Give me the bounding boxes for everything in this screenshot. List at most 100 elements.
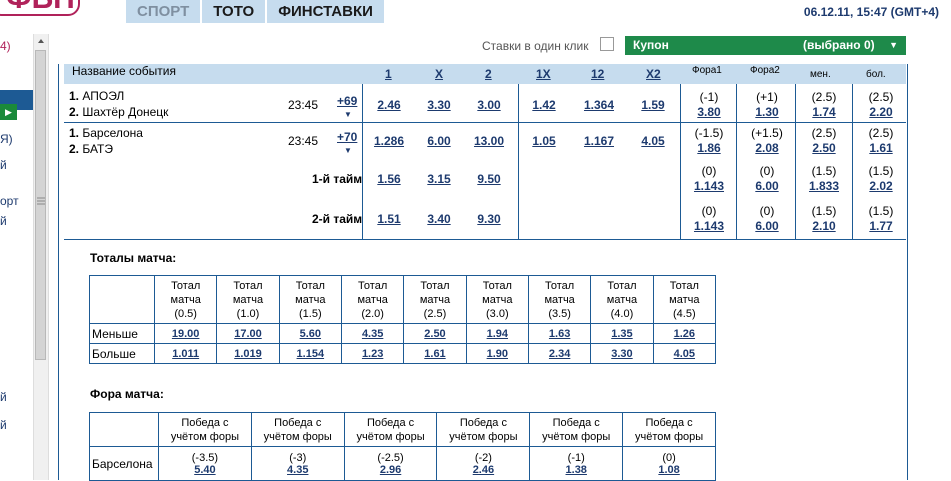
total-less-odd[interactable]: 1.74 [796, 105, 852, 119]
total-less-odd[interactable]: 1.833 [796, 179, 852, 193]
sidebar-item[interactable]: й [0, 214, 7, 228]
more-bets-link[interactable]: +70 [337, 130, 357, 144]
total-odd[interactable]: 1.35 [590, 323, 654, 344]
logo[interactable]: ФБН [0, 0, 80, 16]
team1[interactable]: 1. Барселона [69, 126, 143, 140]
team2[interactable]: 2. Шахтёр Донецк [69, 105, 168, 119]
odd-x2[interactable]: 1.59 [625, 98, 681, 112]
tab-sport[interactable]: СПОРТ [126, 0, 203, 23]
total-odd[interactable]: 4.35 [340, 323, 405, 344]
team1[interactable]: 1. АПОЭЛ [69, 89, 124, 103]
total-odd[interactable]: 17.00 [216, 323, 280, 344]
fora1-odd[interactable]: 1.143 [681, 219, 737, 233]
total-odd[interactable]: 1.154 [278, 343, 342, 364]
total-less-value: (2.5) [811, 126, 837, 140]
scroll-up-icon[interactable] [34, 34, 48, 48]
fora-odd[interactable]: 1.38 [530, 464, 622, 476]
table-header: Название события 1 X 2 1X 12 X2 Фора1 Фо… [64, 64, 906, 84]
total-odd[interactable]: 1.23 [340, 343, 405, 364]
half-odd-1[interactable]: 1.51 [361, 212, 417, 226]
half-odd-x[interactable]: 3.15 [411, 172, 467, 186]
odd-x[interactable]: 6.00 [411, 134, 467, 148]
header-col-2[interactable]: 2 [485, 67, 492, 81]
team2[interactable]: 2. БАТЭ [69, 142, 113, 156]
fora-odd[interactable]: 5.40 [159, 464, 251, 476]
total-odd[interactable]: 2.34 [527, 343, 592, 364]
one-click-checkbox[interactable] [600, 37, 614, 51]
total-less-odd[interactable]: 2.50 [796, 141, 852, 155]
half-odd-2[interactable]: 9.50 [461, 172, 517, 186]
total-more-odd[interactable]: 1.61 [853, 141, 909, 155]
odd-1[interactable]: 1.286 [361, 134, 417, 148]
fora1-odd[interactable]: 3.80 [681, 105, 737, 119]
header-col-1x[interactable]: 1X [536, 67, 551, 81]
fora-odd[interactable]: 4.35 [252, 464, 344, 476]
odd-x[interactable]: 3.30 [411, 98, 467, 112]
odd-2[interactable]: 13.00 [461, 134, 517, 148]
fora-odd[interactable]: 1.08 [623, 464, 715, 476]
total-more-odd[interactable]: 2.02 [853, 179, 909, 193]
more-bets-link[interactable]: +69 [337, 94, 357, 108]
total-odd[interactable]: 1.61 [403, 343, 467, 364]
total-odd[interactable]: 5.60 [278, 323, 342, 344]
fora-odd[interactable]: 2.96 [345, 464, 437, 476]
total-more-odd[interactable]: 2.20 [853, 105, 909, 119]
play-icon[interactable]: ▶ [0, 104, 17, 120]
total-odd[interactable]: 1.26 [652, 323, 717, 344]
chevron-down-icon[interactable]: ▼ [344, 146, 352, 155]
fora2-odd[interactable]: 6.00 [739, 179, 795, 193]
fora2-odd[interactable]: 1.30 [739, 105, 795, 119]
header-col-x2[interactable]: X2 [646, 67, 661, 81]
total-odd[interactable]: 2.50 [403, 323, 467, 344]
sidebar-item[interactable]: Я) [0, 132, 13, 146]
tab-finstavki[interactable]: ФИНСТАВКИ [267, 0, 386, 23]
total-less-value: (1.5) [811, 164, 837, 178]
total-more-value: (2.5) [868, 126, 894, 140]
scrollbar-thumb[interactable] [35, 50, 46, 360]
fora-cell: (-1) 1.38 [529, 446, 624, 481]
header-col-x[interactable]: X [435, 67, 443, 81]
fora2-odd[interactable]: 2.08 [739, 141, 795, 155]
half-odd-x[interactable]: 3.40 [411, 212, 467, 226]
header-col-12[interactable]: 12 [591, 67, 604, 81]
total-odd[interactable]: 4.05 [652, 343, 717, 364]
sidebar-item[interactable]: й [0, 418, 7, 432]
totals-header: Тотал матча (3.5) [527, 275, 592, 324]
scrollbar[interactable] [33, 34, 49, 480]
total-odd[interactable]: 1.94 [465, 323, 529, 344]
fora-value: (-1) [567, 451, 585, 464]
fora1-odd[interactable]: 1.86 [681, 141, 737, 155]
half-odd-1[interactable]: 1.56 [361, 172, 417, 186]
total-less-odd[interactable]: 2.10 [796, 219, 852, 233]
totals-header: Тотал матча (4.0) [590, 275, 654, 324]
sidebar-item[interactable]: й [0, 390, 7, 404]
odd-2[interactable]: 3.00 [461, 98, 517, 112]
fora-odd[interactable]: 2.46 [437, 464, 529, 476]
total-odd[interactable]: 1.90 [465, 343, 529, 364]
half-odd-2[interactable]: 9.30 [461, 212, 517, 226]
tab-toto[interactable]: ТОТО [202, 0, 268, 23]
header-col-1[interactable]: 1 [385, 67, 392, 81]
total-more-value: (2.5) [868, 90, 894, 104]
odd-12[interactable]: 1.364 [571, 98, 627, 112]
odd-1[interactable]: 2.46 [361, 98, 417, 112]
sidebar-item[interactable]: й [0, 158, 7, 172]
fora-header: Победа с учётом форы [343, 412, 438, 447]
fora-header: Победа с учётом форы [529, 412, 624, 447]
fora1-odd[interactable]: 1.143 [681, 179, 737, 193]
fora-cell: (-3) 4.35 [250, 446, 345, 481]
chevron-down-icon[interactable]: ▼ [344, 110, 352, 119]
coupon-dropdown[interactable]: Купон (выбрано 0) ▼ [625, 36, 906, 55]
total-odd[interactable]: 19.00 [153, 323, 218, 344]
odd-x2[interactable]: 4.05 [625, 134, 681, 148]
sidebar-item[interactable]: орт [0, 194, 19, 208]
odd-1x[interactable]: 1.42 [516, 98, 572, 112]
total-more-odd[interactable]: 1.77 [853, 219, 909, 233]
total-odd[interactable]: 3.30 [590, 343, 654, 364]
total-odd[interactable]: 1.63 [527, 323, 592, 344]
fora2-odd[interactable]: 6.00 [739, 219, 795, 233]
total-odd[interactable]: 1.019 [216, 343, 280, 364]
odd-12[interactable]: 1.167 [571, 134, 627, 148]
odd-1x[interactable]: 1.05 [516, 134, 572, 148]
total-odd[interactable]: 1.011 [153, 343, 218, 364]
